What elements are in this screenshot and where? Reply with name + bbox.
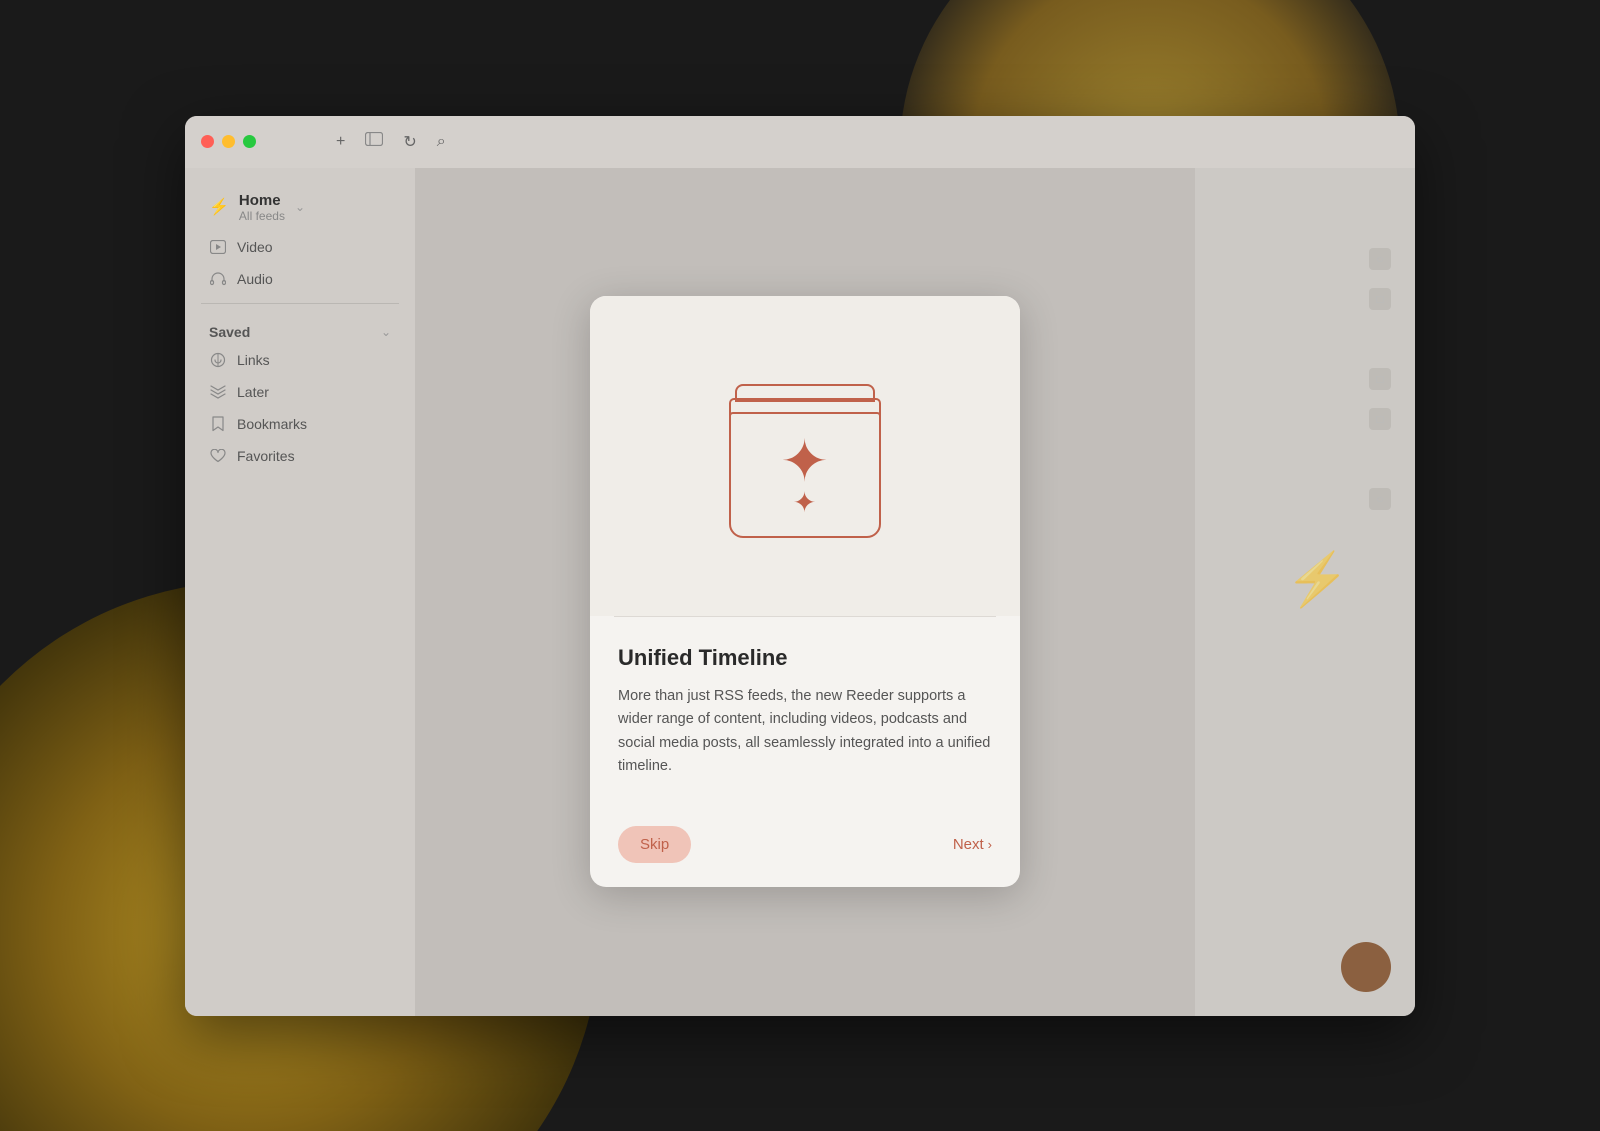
icon-main-box: ✦ ✦ (729, 412, 881, 538)
sidebar-home-subtitle: All feeds (239, 209, 285, 223)
bookmark-icon (209, 415, 227, 433)
sidebar-links-label: Links (237, 352, 270, 368)
sparkle-group: ✦ ✦ (780, 433, 829, 517)
modal-illustration: ✦ ✦ (590, 296, 1020, 616)
right-icon-4: □ (1369, 408, 1391, 430)
content-area: ✦ ✦ Unified Timeline More than just RSS … (415, 168, 1195, 1016)
modal-body: Unified Timeline More than just RSS feed… (590, 617, 1020, 810)
modal-overlay: ✦ ✦ Unified Timeline More than just RSS … (415, 168, 1195, 1016)
traffic-lights (201, 135, 256, 148)
video-icon (209, 238, 227, 256)
right-panel-icons: ○ □ □ □ ○ (1369, 248, 1391, 510)
chevron-down-icon: ⌄ (295, 200, 305, 214)
sparkle-large-icon: ✦ (780, 433, 829, 491)
add-tab-icon[interactable]: + (336, 133, 345, 151)
saved-chevron-icon: ⌄ (381, 325, 391, 339)
next-button[interactable]: Next › (953, 836, 992, 853)
title-bar: + ↻ ⌕ (185, 116, 1415, 168)
modal-title: Unified Timeline (618, 645, 992, 671)
sidebar-divider (201, 303, 399, 304)
next-chevron-icon: › (988, 837, 992, 852)
skip-button[interactable]: Skip (618, 826, 691, 863)
next-label: Next (953, 836, 984, 853)
refresh-icon[interactable]: ↻ (403, 132, 416, 152)
right-panel: ○ □ □ □ ○ ⚡ (1195, 168, 1415, 1016)
right-icon-2: □ (1369, 288, 1391, 310)
sidebar-item-links[interactable]: Links (193, 344, 407, 376)
app-icon: ✦ ✦ (723, 384, 888, 549)
sidebar-item-home[interactable]: ⚡ Home All feeds ⌄ (193, 184, 407, 231)
sparkle-small-icon: ✦ (793, 489, 816, 517)
sidebar-bookmarks-label: Bookmarks (237, 416, 307, 432)
links-icon (209, 351, 227, 369)
heart-icon (209, 447, 227, 465)
sidebar-saved-label: Saved (209, 324, 373, 340)
sidebar-audio-label: Audio (237, 271, 273, 287)
sidebar-item-audio[interactable]: Audio (193, 263, 407, 295)
headphones-icon (209, 270, 227, 288)
sidebar-item-bookmarks[interactable]: Bookmarks (193, 408, 407, 440)
maximize-button[interactable] (243, 135, 256, 148)
sidebar-later-label: Later (237, 384, 269, 400)
layers-icon (209, 383, 227, 401)
search-icon[interactable]: ⌕ (437, 133, 446, 151)
lightning-icon: ⚡ (209, 197, 229, 217)
sidebar-item-video[interactable]: Video (193, 231, 407, 263)
sidebar-favorites-label: Favorites (237, 448, 295, 464)
sidebar-item-later[interactable]: Later (193, 376, 407, 408)
main-content: ⚡ Home All feeds ⌄ Video (185, 168, 1415, 1016)
sidebar-item-favorites[interactable]: Favorites (193, 440, 407, 472)
sidebar-video-label: Video (237, 239, 273, 255)
sidebar-home-title: Home (239, 192, 285, 209)
right-icon-3: □ (1369, 368, 1391, 390)
modal-footer: Skip Next › (590, 810, 1020, 887)
app-window: + ↻ ⌕ ⚡ Home All feeds ⌄ (185, 116, 1415, 1016)
minimize-button[interactable] (222, 135, 235, 148)
modal-description: More than just RSS feeds, the new Reeder… (618, 685, 992, 778)
title-bar-actions: + ↻ ⌕ (336, 132, 446, 152)
avatar (1341, 942, 1391, 992)
sidebar-saved-section[interactable]: Saved ⌄ (185, 312, 415, 344)
lightning-decoration-icon: ⚡ (1285, 549, 1350, 610)
sidebar-toggle-icon[interactable] (365, 132, 383, 151)
right-icon-5: ○ (1369, 488, 1391, 510)
right-icon-1: ○ (1369, 248, 1391, 270)
sidebar-home-text: Home All feeds (239, 192, 285, 223)
close-button[interactable] (201, 135, 214, 148)
modal-card: ✦ ✦ Unified Timeline More than just RSS … (590, 296, 1020, 887)
sidebar: ⚡ Home All feeds ⌄ Video (185, 168, 415, 1016)
